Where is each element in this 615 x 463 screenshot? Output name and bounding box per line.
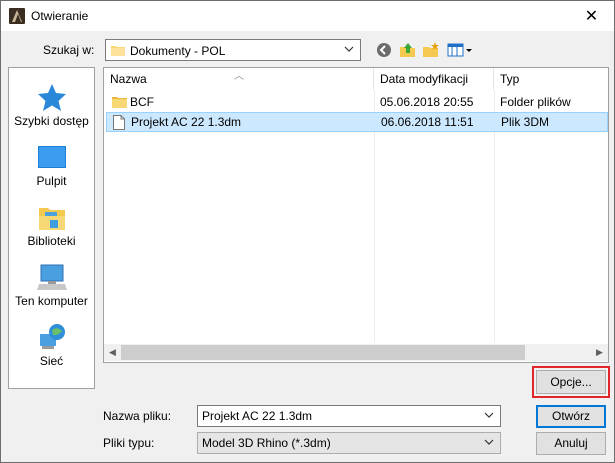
scroll-left-icon[interactable]: ◀	[104, 344, 121, 361]
libraries-icon	[39, 208, 65, 230]
open-button[interactable]: Otwórz	[536, 405, 606, 428]
place-label: Ten komputer	[15, 294, 88, 308]
open-dialog: Otwieranie ✕ Szukaj w: Dokumenty - POL S…	[0, 0, 615, 463]
app-icon	[9, 8, 25, 24]
column-name-label: Nazwa	[110, 72, 147, 86]
options-button[interactable]: Opcje...	[536, 370, 606, 394]
network-icon	[40, 324, 65, 349]
scrollbar-thumb[interactable]	[121, 345, 525, 360]
title-bar: Otwieranie ✕	[1, 1, 614, 31]
back-icon[interactable]	[375, 41, 393, 59]
chevron-down-icon[interactable]	[484, 408, 494, 422]
filetype-select[interactable]: Model 3D Rhino (*.3dm)	[197, 432, 501, 454]
file-type: Plik 3DM	[501, 115, 550, 129]
sort-up-icon: ︿	[234, 71, 244, 82]
column-header-type[interactable]: Typ	[494, 68, 608, 90]
star-icon	[38, 84, 66, 111]
view-menu-icon[interactable]	[447, 41, 473, 59]
up-folder-icon[interactable]	[399, 41, 417, 59]
file-name: Projekt AC 22 1.3dm	[131, 115, 242, 129]
places-bar: Szybki dostęp Pulpit Biblioteki Ten komp…	[8, 67, 95, 389]
filename-value: Projekt AC 22 1.3dm	[202, 409, 313, 423]
cancel-button[interactable]: Anuluj	[536, 432, 606, 455]
horizontal-scrollbar[interactable]: ◀ ▶	[104, 344, 608, 361]
column-header-name[interactable]: Nazwa ︿	[104, 68, 374, 90]
place-label: Pulpit	[36, 174, 67, 188]
place-network[interactable]: Sieć	[9, 316, 94, 374]
desktop-icon	[38, 146, 66, 168]
file-type: Folder plików	[500, 95, 571, 109]
window-title: Otwieranie	[31, 9, 89, 23]
file-name: BCF	[130, 95, 154, 109]
close-button[interactable]: ✕	[569, 1, 614, 31]
filetype-value: Model 3D Rhino (*.3dm)	[202, 436, 331, 450]
column-header-date[interactable]: Data modyfikacji	[374, 68, 494, 90]
file-icon	[113, 115, 125, 130]
lookin-combo[interactable]: Dokumenty - POL	[105, 39, 361, 61]
place-label: Szybki dostęp	[14, 114, 89, 128]
list-item-folder[interactable]: BCF 05.06.2018 20:55 Folder plików	[106, 92, 608, 112]
new-folder-icon[interactable]	[422, 41, 440, 59]
place-desktop[interactable]: Pulpit	[9, 136, 94, 194]
place-label: Biblioteki	[27, 234, 76, 248]
filename-input[interactable]: Projekt AC 22 1.3dm	[197, 405, 501, 427]
lookin-value: Dokumenty - POL	[130, 44, 226, 58]
file-date: 06.06.2018 11:51	[381, 115, 474, 129]
filename-label: Nazwa pliku:	[103, 409, 172, 423]
file-list[interactable]: Nazwa ︿ Data modyfikacji Typ BCF 05.06.2…	[103, 67, 609, 363]
chevron-down-icon	[344, 46, 354, 52]
chevron-down-icon	[484, 439, 494, 445]
lookin-label: Szukaj w:	[43, 43, 95, 57]
scroll-right-icon[interactable]: ▶	[591, 344, 608, 361]
place-this-pc[interactable]: Ten komputer	[9, 256, 94, 314]
place-libraries[interactable]: Biblioteki	[9, 196, 94, 254]
list-item-file[interactable]: Projekt AC 22 1.3dm 06.06.2018 11:51 Pli…	[106, 112, 608, 132]
computer-icon	[37, 264, 67, 290]
folder-icon	[112, 97, 127, 108]
file-date: 05.06.2018 20:55	[380, 95, 474, 109]
filetype-label: Pliki typu:	[103, 436, 155, 450]
folder-icon	[111, 46, 125, 56]
column-date-label: Data modyfikacji	[380, 72, 469, 86]
place-label: Sieć	[39, 354, 64, 368]
column-type-label: Typ	[500, 72, 520, 86]
place-quick-access[interactable]: Szybki dostęp	[9, 76, 94, 134]
